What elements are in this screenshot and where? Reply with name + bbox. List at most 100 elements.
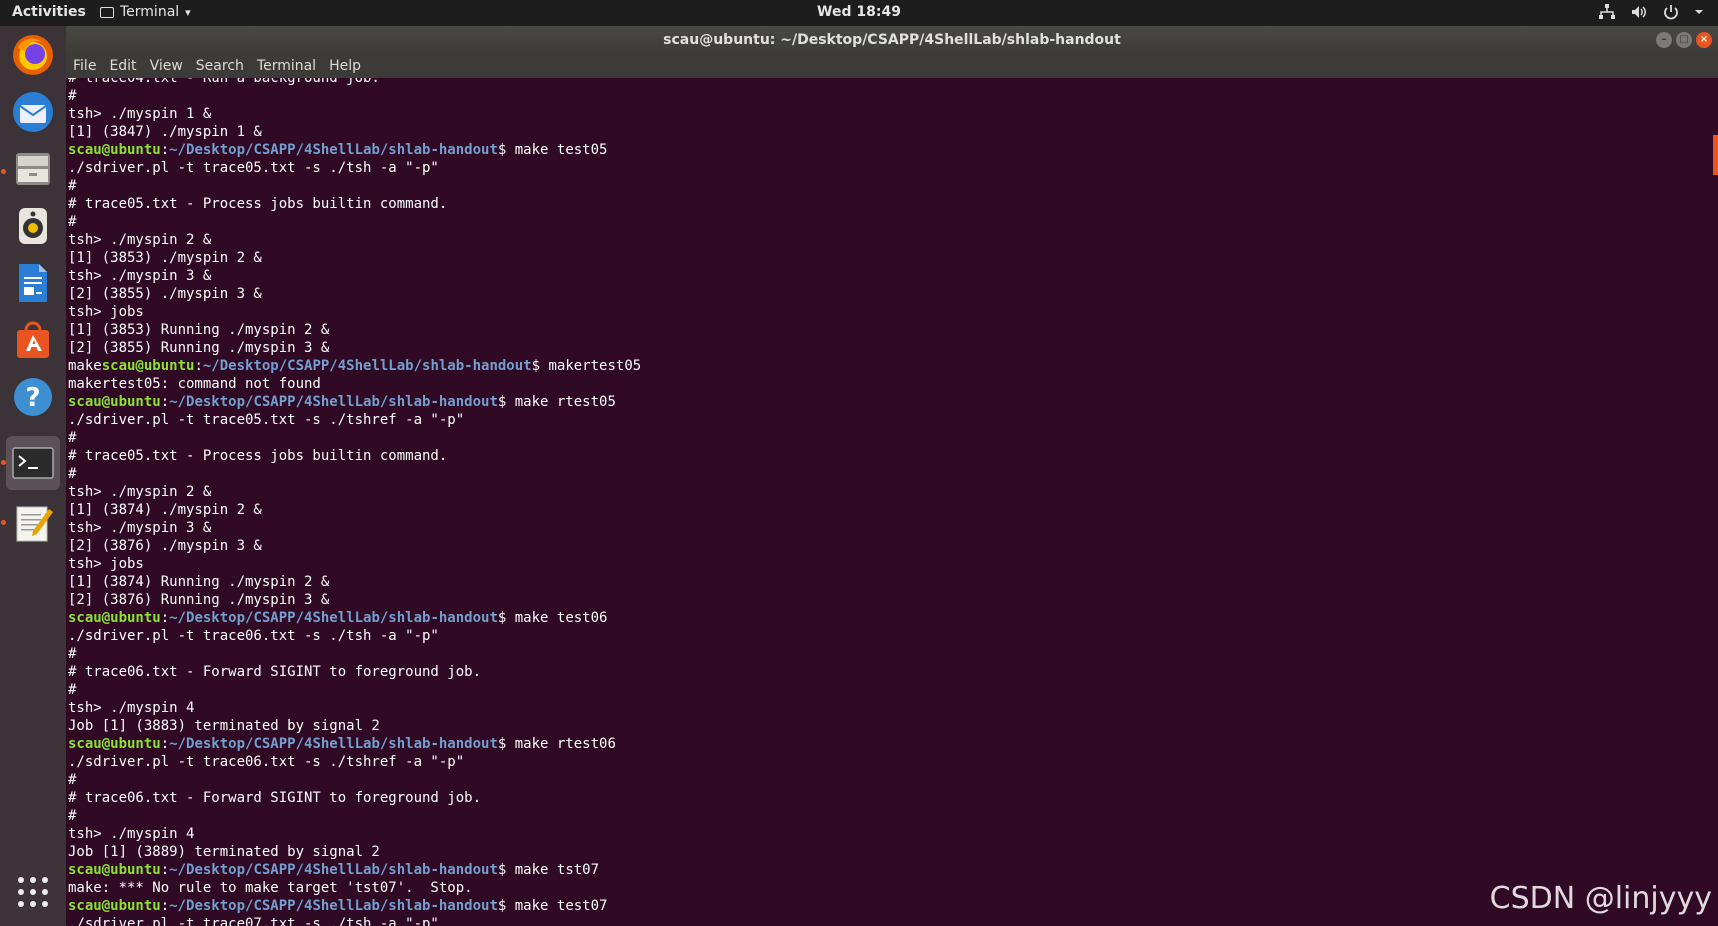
output-line: ./sdriver.pl -t trace06.txt -s ./tsh -a … bbox=[68, 628, 439, 644]
prompt-path: ~/Desktop/CSAPP/4ShellLab/shlab-handout bbox=[169, 610, 498, 626]
writer-launcher[interactable] bbox=[6, 256, 60, 310]
files-launcher[interactable] bbox=[6, 142, 60, 196]
output-line: # bbox=[68, 430, 77, 446]
firefox-launcher[interactable] bbox=[6, 28, 60, 82]
activities-button[interactable]: Activities bbox=[12, 4, 86, 20]
running-indicator bbox=[1, 460, 6, 465]
output-line: # bbox=[68, 682, 77, 698]
files-icon bbox=[16, 153, 50, 185]
menu-search[interactable]: Search bbox=[196, 58, 244, 74]
prompt-dollar: $ bbox=[531, 358, 549, 374]
writer-icon bbox=[19, 264, 47, 302]
minimize-button[interactable]: – bbox=[1656, 32, 1672, 48]
output-line: tsh> ./myspin 3 & bbox=[68, 520, 212, 536]
output-line: # trace05.txt - Process jobs builtin com… bbox=[68, 448, 448, 464]
volume-icon[interactable] bbox=[1630, 3, 1648, 21]
menu-terminal[interactable]: Terminal bbox=[257, 58, 316, 74]
software-launcher[interactable] bbox=[6, 313, 60, 367]
menu-edit[interactable]: Edit bbox=[109, 58, 136, 74]
prompt-user: scau@ubuntu bbox=[68, 736, 161, 752]
output-line: [1] (3853) ./myspin 2 & bbox=[68, 250, 262, 266]
terminal-window: scau@ubuntu: ~/Desktop/CSAPP/4ShellLab/s… bbox=[66, 26, 1718, 926]
running-indicator bbox=[1, 520, 6, 525]
text-editor-launcher[interactable] bbox=[6, 496, 60, 550]
prompt-user: scau@ubuntu bbox=[68, 898, 161, 914]
output-line: # trace05.txt - Process jobs builtin com… bbox=[68, 196, 448, 212]
prompt-dollar: $ bbox=[497, 862, 515, 878]
chevron-down-icon[interactable] bbox=[1694, 3, 1704, 21]
terminal-small-icon bbox=[100, 6, 114, 18]
prompt-user: scau@ubuntu bbox=[101, 358, 195, 374]
network-icon[interactable] bbox=[1598, 3, 1616, 21]
menu-view[interactable]: View bbox=[150, 58, 183, 74]
output-line: make: *** No rule to make target 'tst07'… bbox=[68, 880, 473, 896]
prompt-separator: : bbox=[160, 736, 170, 752]
prompt-separator: : bbox=[160, 142, 170, 158]
output-line: [2] (3876) ./myspin 3 & bbox=[68, 538, 262, 554]
software-icon bbox=[17, 321, 49, 358]
menu-file[interactable]: File bbox=[73, 58, 96, 74]
prompt-dollar: $ bbox=[497, 610, 515, 626]
prompt-line: scau@ubuntu:~/Desktop/CSAPP/4ShellLab/sh… bbox=[68, 609, 641, 627]
prompt-dollar: $ bbox=[497, 142, 515, 158]
app-menu[interactable]: Terminal ▾ bbox=[100, 4, 191, 20]
output-line: [2] (3855) Running ./myspin 3 & bbox=[68, 340, 330, 356]
rhythmbox-launcher[interactable] bbox=[6, 199, 60, 253]
output-line: # trace06.txt - Forward SIGINT to foregr… bbox=[68, 664, 482, 680]
output-line: ./sdriver.pl -t trace05.txt -s ./tshref … bbox=[68, 412, 465, 428]
prompt-user: scau@ubuntu bbox=[68, 862, 161, 878]
terminal-icon bbox=[12, 447, 54, 479]
show-apps-icon bbox=[18, 877, 48, 907]
firefox-icon bbox=[13, 35, 53, 75]
output-line: [2] (3855) ./myspin 3 & bbox=[68, 286, 262, 302]
system-tray[interactable] bbox=[1598, 3, 1704, 21]
output-line: # bbox=[68, 88, 77, 104]
output-line: [1] (3874) ./myspin 2 & bbox=[68, 502, 262, 518]
svg-text:?: ? bbox=[25, 383, 40, 413]
maximize-button[interactable]: □ bbox=[1676, 32, 1692, 48]
output-line: [1] (3874) Running ./myspin 2 & bbox=[68, 574, 330, 590]
close-button[interactable]: × bbox=[1696, 32, 1712, 48]
show-apps-button[interactable] bbox=[17, 876, 49, 912]
output-line: # bbox=[68, 178, 77, 194]
terminal-output[interactable]: # trace04.txt - Run a background job. # ts… bbox=[66, 78, 1718, 926]
window-title: scau@ubuntu: ~/Desktop/CSAPP/4ShellLab/s… bbox=[663, 32, 1121, 48]
prompt-line: scau@ubuntu:~/Desktop/CSAPP/4ShellLab/sh… bbox=[68, 735, 641, 753]
prompt-line: scau@ubuntu:~/Desktop/CSAPP/4ShellLab/sh… bbox=[68, 897, 641, 915]
prompt-user: scau@ubuntu bbox=[68, 610, 161, 626]
output-line: ./sdriver.pl -t trace05.txt -s ./tsh -a … bbox=[68, 160, 439, 176]
output-line: # bbox=[68, 466, 77, 482]
output-line: Job [1] (3889) terminated by signal 2 bbox=[68, 844, 380, 860]
prompt-separator: : bbox=[194, 358, 203, 374]
output-line: # bbox=[68, 646, 77, 662]
help-launcher[interactable]: ? bbox=[6, 370, 60, 424]
watermark: CSDN @linjyyy bbox=[1489, 881, 1712, 916]
text-editor-icon bbox=[16, 506, 53, 542]
output-line: # bbox=[68, 214, 77, 230]
output-line: [1] (3853) Running ./myspin 2 & bbox=[68, 322, 330, 338]
power-icon[interactable] bbox=[1662, 3, 1680, 21]
menu-help[interactable]: Help bbox=[329, 58, 361, 74]
prompt-user: scau@ubuntu bbox=[68, 142, 161, 158]
prompt-path: ~/Desktop/CSAPP/4ShellLab/shlab-handout bbox=[202, 358, 532, 374]
output-line: # bbox=[68, 808, 77, 824]
command-text: makertest05 bbox=[548, 358, 642, 374]
output-line: tsh> ./myspin 4 bbox=[68, 700, 195, 716]
rhythmbox-icon bbox=[19, 208, 47, 244]
output-line: tsh> jobs bbox=[68, 556, 144, 572]
command-text: make rtest06 bbox=[514, 736, 616, 752]
scrollbar-thumb[interactable] bbox=[1713, 135, 1718, 175]
command-text: make test06 bbox=[514, 610, 608, 626]
prompt-dollar: $ bbox=[497, 736, 515, 752]
output-line: # bbox=[68, 772, 77, 788]
thunderbird-launcher[interactable] bbox=[6, 85, 60, 139]
output-line: tsh> ./myspin 2 & bbox=[68, 232, 212, 248]
prompt-dollar: $ bbox=[497, 394, 515, 410]
clock[interactable]: Wed 18:49 bbox=[0, 4, 1718, 20]
terminal-lines: # trace04.txt - Run a background job. # ts… bbox=[68, 78, 641, 926]
terminal-launcher[interactable] bbox=[6, 436, 60, 490]
output-line: ./sdriver.pl -t trace06.txt -s ./tshref … bbox=[68, 754, 465, 770]
command-text: make rtest05 bbox=[514, 394, 616, 410]
prompt-path: ~/Desktop/CSAPP/4ShellLab/shlab-handout bbox=[169, 142, 498, 158]
window-titlebar[interactable]: scau@ubuntu: ~/Desktop/CSAPP/4ShellLab/s… bbox=[66, 26, 1718, 54]
